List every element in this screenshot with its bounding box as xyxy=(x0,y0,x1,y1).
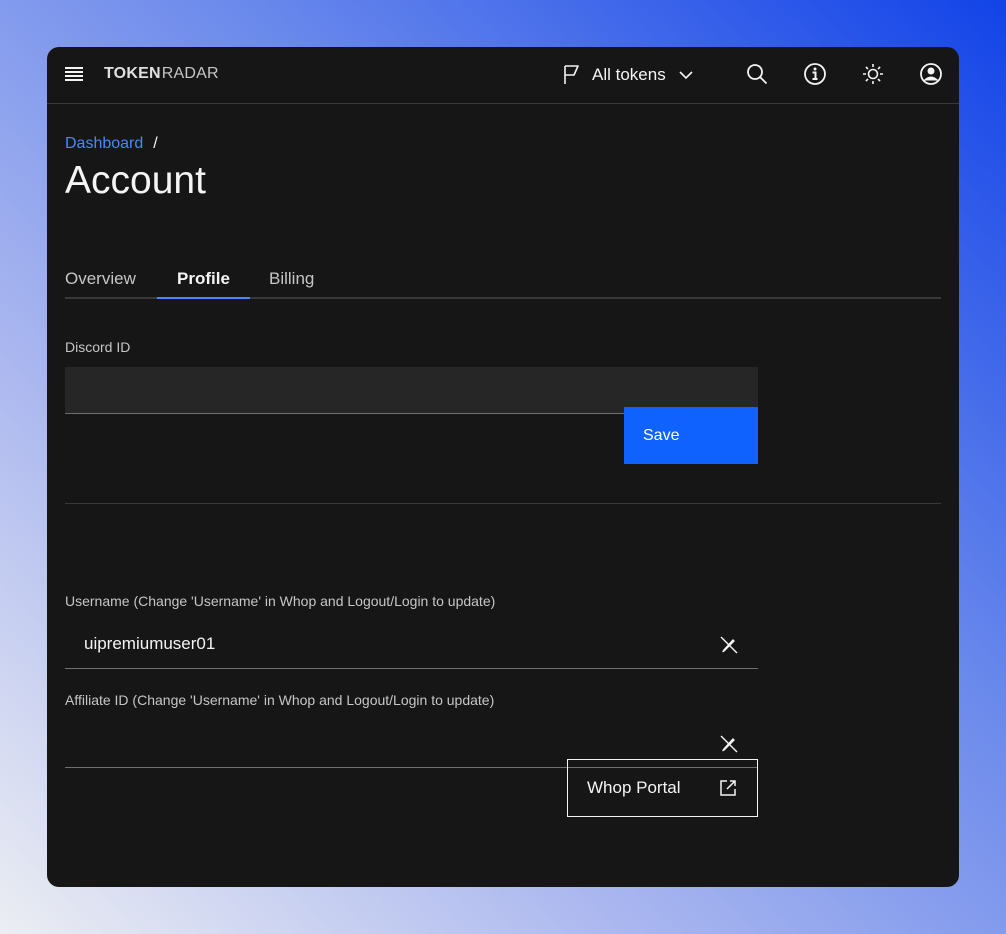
discord-id-label: Discord ID xyxy=(65,339,131,355)
tab-billing[interactable]: Billing xyxy=(249,267,334,291)
app-window: TOKENRADAR All tokens Dashboard / Accoun… xyxy=(47,47,959,887)
search-icon[interactable] xyxy=(744,61,770,87)
token-selector[interactable]: All tokens xyxy=(563,63,693,87)
username-field: uipremiumuser01 xyxy=(65,621,758,669)
chevron-down-icon xyxy=(679,71,693,80)
brand-light: RADAR xyxy=(161,65,219,82)
brand-bold: TOKEN xyxy=(104,65,161,82)
page-title: Account xyxy=(65,159,206,202)
brand-logo[interactable]: TOKENRADAR xyxy=(104,65,219,83)
info-icon[interactable] xyxy=(802,61,828,87)
flag-icon xyxy=(564,65,579,84)
external-link-icon xyxy=(720,780,736,796)
menu-icon[interactable] xyxy=(65,67,83,83)
breadcrumb: Dashboard / xyxy=(65,135,158,153)
tab-overview[interactable]: Overview xyxy=(47,267,156,291)
token-selector-label: All tokens xyxy=(592,65,666,84)
tab-bar: Overview Profile Billing xyxy=(65,263,941,299)
top-header: TOKENRADAR All tokens xyxy=(47,47,959,104)
breadcrumb-separator: / xyxy=(153,135,158,152)
breadcrumb-dashboard-link[interactable]: Dashboard xyxy=(65,135,143,152)
section-divider xyxy=(65,503,941,504)
username-label: Username (Change 'Username' in Whop and … xyxy=(65,593,496,609)
affiliate-id-label: Affiliate ID (Change 'Username' in Whop … xyxy=(65,692,495,708)
whop-portal-button[interactable]: Whop Portal xyxy=(567,759,758,817)
whop-portal-label: Whop Portal xyxy=(587,778,681,797)
save-button[interactable]: Save xyxy=(624,407,758,464)
edit-off-icon xyxy=(720,735,738,753)
username-value: uipremiumuser01 xyxy=(84,634,216,653)
edit-off-icon xyxy=(720,636,738,654)
sun-icon[interactable] xyxy=(860,61,886,87)
user-avatar-icon[interactable] xyxy=(918,61,944,87)
tab-profile[interactable]: Profile xyxy=(157,267,250,299)
